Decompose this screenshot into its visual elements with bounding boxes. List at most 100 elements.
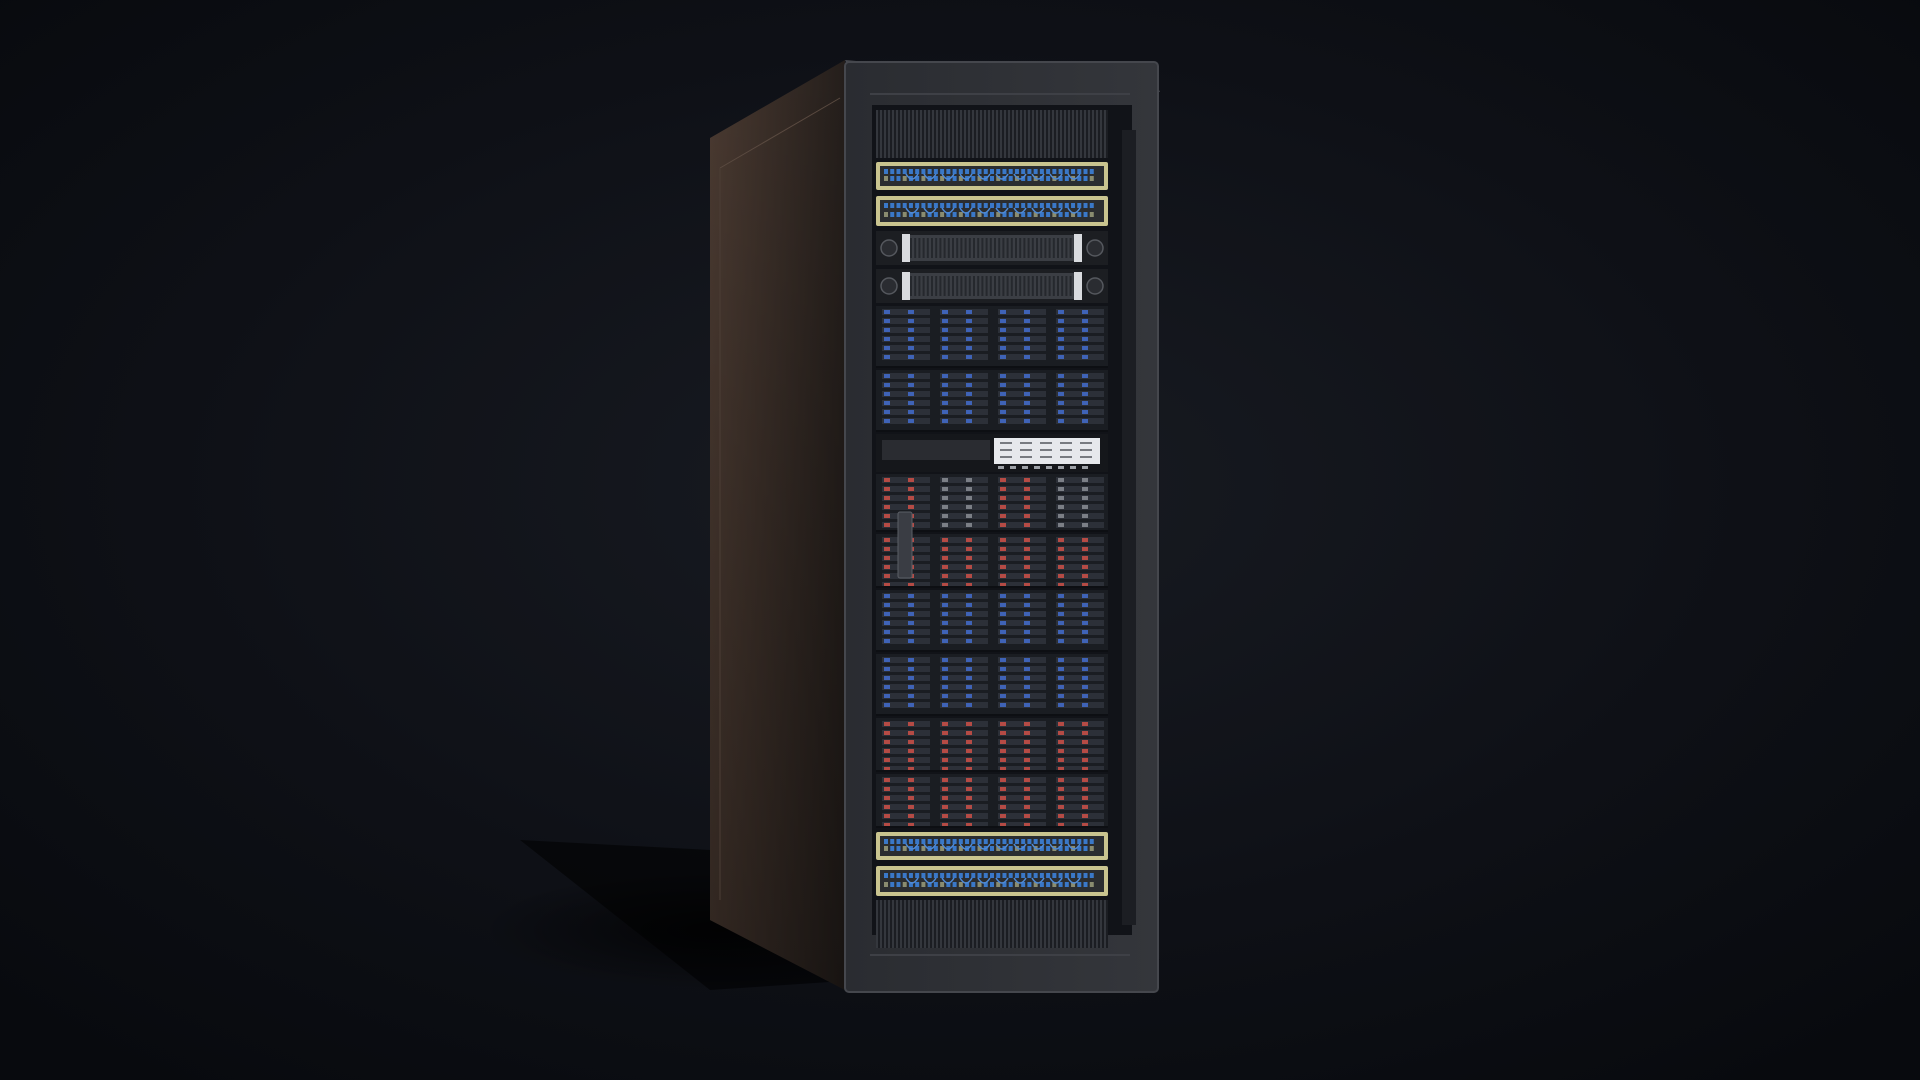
drive-led [1000,787,1006,791]
drive-led [1000,514,1006,518]
port [890,846,895,851]
drive-led [942,346,948,350]
led [1022,466,1028,469]
drive-led [884,478,890,482]
bezel-grille [935,238,938,258]
drive-led [884,749,890,753]
drive-led [966,703,972,707]
drive-led [942,778,948,782]
drive-led [1082,676,1088,680]
port [990,169,994,174]
port [1021,873,1026,878]
drive-led [884,805,890,809]
port [1027,873,1032,878]
drive-led [1058,805,1064,809]
drive-led [1058,556,1064,560]
led [1034,466,1040,469]
drive-led [1024,778,1030,782]
port [1046,846,1051,851]
drive-led [1024,621,1030,625]
drive-led [1000,478,1006,482]
port [965,839,970,844]
drive-led [942,401,948,405]
rack-unit-storage-blue [876,306,1108,368]
drive-led [1058,419,1064,423]
drive-led [908,787,914,791]
drive-led [942,594,948,598]
port [990,176,994,181]
port [1033,873,1038,878]
bezel-grille [1040,238,1043,258]
port [921,839,926,844]
port [990,203,994,208]
drive-led [966,805,972,809]
port [1077,873,1082,878]
drive-led [908,319,914,323]
drive-led [966,574,972,578]
port [1058,203,1063,208]
drive-led [1024,574,1030,578]
bezel-grille [994,238,996,258]
drive-led [1000,814,1006,818]
port [946,203,951,208]
drive-led [1024,703,1030,707]
bezel-grille [1048,276,1051,296]
port [896,846,901,851]
port [990,846,994,851]
port [940,212,945,217]
port [1083,176,1088,181]
port [1058,873,1063,878]
bezel-grille [1015,238,1017,258]
port [1046,212,1051,217]
drive-led [942,796,948,800]
port [884,212,888,217]
drive-led [1024,496,1030,500]
bezel-grille [952,276,954,296]
drive-led [1000,419,1006,423]
bezel-grille [943,238,946,258]
drive-led [908,310,914,314]
drive-led [1000,487,1006,491]
drive-led [884,514,890,518]
bezel-grille [968,276,971,296]
drive-led [1058,547,1064,551]
port [1058,839,1063,844]
drive-led [884,538,890,542]
drive-led [908,374,914,378]
bezel-grille [926,276,929,296]
drive-led [908,603,914,607]
bezel-grille [918,238,921,258]
port [971,882,976,887]
port [927,839,932,844]
drive-led [908,749,914,753]
drive-led [1000,667,1006,671]
port [952,176,957,181]
port [1027,882,1032,887]
drive-led [908,685,914,689]
drive-led [1082,685,1088,689]
port [958,873,963,878]
port [933,169,938,174]
port [933,882,938,887]
bezel-grille [1065,238,1068,258]
drive-led [1000,778,1006,782]
drive-led [1024,731,1030,735]
drive-led [966,346,972,350]
port [1052,839,1057,844]
port [1014,169,1019,174]
drive-led [1024,814,1030,818]
port [890,873,895,878]
drive-led [1082,805,1088,809]
port [983,839,988,844]
port [884,873,888,878]
bezel-grille [981,276,984,296]
port [1046,873,1051,878]
port [902,839,907,844]
port [965,873,970,878]
door-handle[interactable] [897,511,913,579]
fan-left [880,239,898,257]
drive-led [1000,337,1006,341]
port [896,839,901,844]
bezel-grille [1006,238,1009,258]
bezel-grille [989,238,992,258]
